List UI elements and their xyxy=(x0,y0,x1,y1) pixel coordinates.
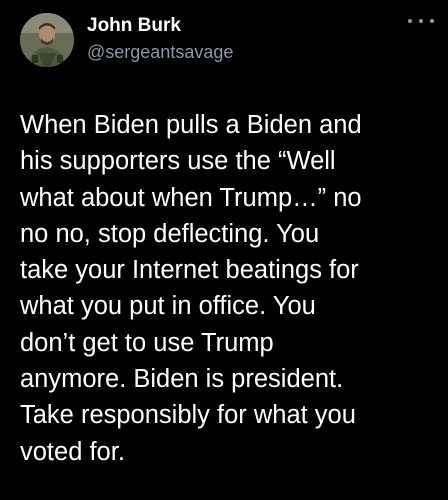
dot xyxy=(430,19,434,23)
more-options-icon[interactable] xyxy=(408,14,434,28)
dot xyxy=(419,19,423,23)
tweet-text: When Biden pulls a Biden and his support… xyxy=(20,111,362,466)
profile-photo-icon xyxy=(20,13,74,67)
avatar[interactable] xyxy=(20,13,74,67)
tweet-card: John Burk @sergeantsavage When Biden pul… xyxy=(0,0,448,500)
author-handle[interactable]: @sergeantsavage xyxy=(87,41,233,63)
dot xyxy=(408,19,412,23)
author-display-name[interactable]: John Burk xyxy=(87,14,181,38)
